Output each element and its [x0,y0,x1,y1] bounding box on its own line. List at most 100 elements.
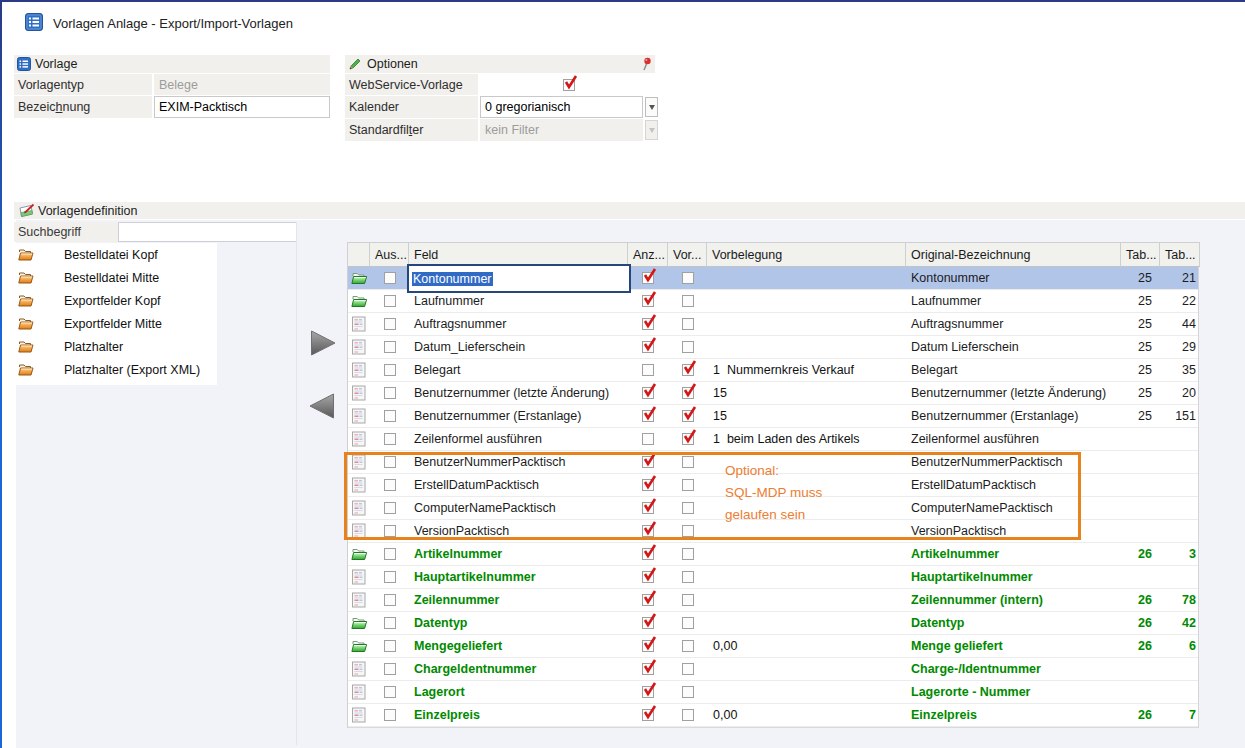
aus-checkbox[interactable] [384,364,396,376]
folder-item[interactable]: Platzhalter [14,335,217,358]
feld-cell[interactable]: Laufnummer [409,290,628,312]
aus-checkbox[interactable] [384,387,396,399]
tab2-cell[interactable]: 44 [1160,313,1200,335]
vorbelegung-cell[interactable] [707,497,906,519]
vorbelegung-cell[interactable]: 0,00 [707,704,906,726]
table-row[interactable]: Benutzernummer (letzte Änderung)15Benutz… [348,382,1198,405]
aus-checkbox[interactable] [384,479,396,491]
aus-checkbox[interactable] [384,525,396,537]
aus-checkbox[interactable] [384,456,396,468]
feld-cell[interactable]: BenutzerNummerPacktisch [409,451,628,473]
folder-item[interactable]: Exportfelder Kopf [14,289,217,312]
original-bezeichnung-cell[interactable]: Belegart [906,359,1121,381]
aus-checkbox[interactable] [384,571,396,583]
table-row[interactable]: LagerortLagerorte - Nummer [348,681,1198,704]
tab2-cell[interactable]: 7 [1160,704,1200,726]
original-bezeichnung-cell[interactable]: Kontonummer [906,267,1121,289]
table-row[interactable]: Benutzernummer (Erstanlage)15Benutzernum… [348,405,1198,428]
tab1-cell[interactable] [1121,497,1160,519]
tab1-cell[interactable] [1121,451,1160,473]
vorbelegung-checkbox[interactable] [682,548,694,560]
tab2-cell[interactable]: 42 [1160,612,1200,634]
feld-cell[interactable]: Hauptartikelnummer [409,566,628,588]
feld-cell[interactable]: ErstellDatumPacktisch [409,474,628,496]
vorbelegung-cell[interactable] [707,313,906,335]
original-bezeichnung-cell[interactable]: BenutzerNummerPacktisch [906,451,1121,473]
tab2-cell[interactable]: 29 [1160,336,1200,358]
tab1-cell[interactable] [1121,428,1160,450]
tab1-cell[interactable] [1121,658,1160,680]
original-bezeichnung-cell[interactable]: Menge geliefert [906,635,1121,657]
tab2-cell[interactable]: 22 [1160,290,1200,312]
aus-checkbox[interactable] [384,594,396,606]
tab1-cell[interactable] [1121,520,1160,542]
tab1-cell[interactable]: 25 [1121,313,1160,335]
vorbelegung-cell[interactable] [707,474,906,496]
vorbelegung-checkbox[interactable] [682,594,694,606]
tab1-cell[interactable]: 26 [1121,543,1160,565]
table-row[interactable]: BenutzerNummerPacktisch BenutzerNummerPac… [348,451,1198,474]
tab1-cell[interactable]: 25 [1121,359,1160,381]
vorbelegung-cell[interactable]: 15 [707,382,906,404]
feld-cell[interactable]: Belegart [409,359,628,381]
tab2-cell[interactable] [1160,497,1200,519]
vorbelegung-cell[interactable] [707,681,906,703]
folder-item[interactable]: Bestelldatei Mitte [14,266,217,289]
aus-checkbox[interactable] [384,410,396,422]
feld-cell[interactable]: Zeilennummer [409,589,628,611]
table-row[interactable]: ComputerNamePacktisch ComputerNamePacktis… [348,497,1198,520]
vorbelegung-checkbox[interactable] [682,709,694,721]
anzeigen-checkbox[interactable] [642,640,654,652]
anzeigen-checkbox[interactable] [642,341,654,353]
tab1-cell[interactable]: 25 [1121,405,1160,427]
original-bezeichnung-cell[interactable]: Benutzernummer (letzte Änderung) [906,382,1121,404]
table-row[interactable]: DatentypDatentyp2642 [348,612,1198,635]
vorbelegung-checkbox[interactable] [682,410,694,422]
table-row[interactable]: AuftragsnummerAuftragsnummer2544 [348,313,1198,336]
original-bezeichnung-cell[interactable]: Auftragsnummer [906,313,1121,335]
tab2-cell[interactable]: 78 [1160,589,1200,611]
feld-cell[interactable]: Datum_Lieferschein [409,336,628,358]
table-row[interactable]: Einzelpreis0,00Einzelpreis267 [348,704,1198,727]
tab2-cell[interactable] [1160,520,1200,542]
tab1-cell[interactable]: 25 [1121,290,1160,312]
webservice-checkbox[interactable] [563,79,575,91]
vorbelegung-cell[interactable] [707,658,906,680]
aus-checkbox[interactable] [384,318,396,330]
anzeigen-checkbox[interactable] [642,456,654,468]
column-header[interactable]: Tab... [1160,242,1200,267]
folder-item[interactable]: Exportfelder Mitte [14,312,217,335]
vorbelegung-checkbox[interactable] [682,272,694,284]
anzeigen-checkbox[interactable] [642,410,654,422]
tab2-cell[interactable] [1160,428,1200,450]
original-bezeichnung-cell[interactable]: ComputerNamePacktisch [906,497,1121,519]
feld-cell[interactable]: ComputerNamePacktisch [409,497,628,519]
vorbelegung-checkbox[interactable] [682,663,694,675]
vorbelegung-checkbox[interactable] [682,571,694,583]
feld-cell[interactable]: Chargeldentnummer [409,658,628,680]
vorbelegung-checkbox[interactable] [682,318,694,330]
column-header[interactable]: Vorbelegung [707,242,906,267]
tab2-cell[interactable]: 20 [1160,382,1200,404]
aus-checkbox[interactable] [384,548,396,560]
original-bezeichnung-cell[interactable]: Einzelpreis [906,704,1121,726]
vorbelegung-cell[interactable] [707,612,906,634]
aus-checkbox[interactable] [384,272,396,284]
feld-cell[interactable]: Datentyp [409,612,628,634]
original-bezeichnung-cell[interactable]: Zeilenformel ausführen [906,428,1121,450]
feld-cell[interactable]: Lagerort [409,681,628,703]
anzeigen-checkbox[interactable] [642,663,654,675]
vorbelegung-checkbox[interactable] [682,502,694,514]
aus-checkbox[interactable] [384,341,396,353]
column-header[interactable] [348,242,370,267]
table-row[interactable]: Zeilenformel ausführen1 beim Laden des A… [348,428,1198,451]
table-row[interactable]: Datum_LieferscheinDatum Lieferschein2529 [348,336,1198,359]
column-header[interactable]: Anz... [628,242,668,267]
tab2-cell[interactable]: 35 [1160,359,1200,381]
tab1-cell[interactable]: 25 [1121,267,1160,289]
anzeigen-checkbox[interactable] [642,387,654,399]
original-bezeichnung-cell[interactable]: Laufnummer [906,290,1121,312]
vorbelegung-cell[interactable]: 0,00 [707,635,906,657]
column-header[interactable]: Vor... [668,242,707,267]
vorbelegung-checkbox[interactable] [682,686,694,698]
